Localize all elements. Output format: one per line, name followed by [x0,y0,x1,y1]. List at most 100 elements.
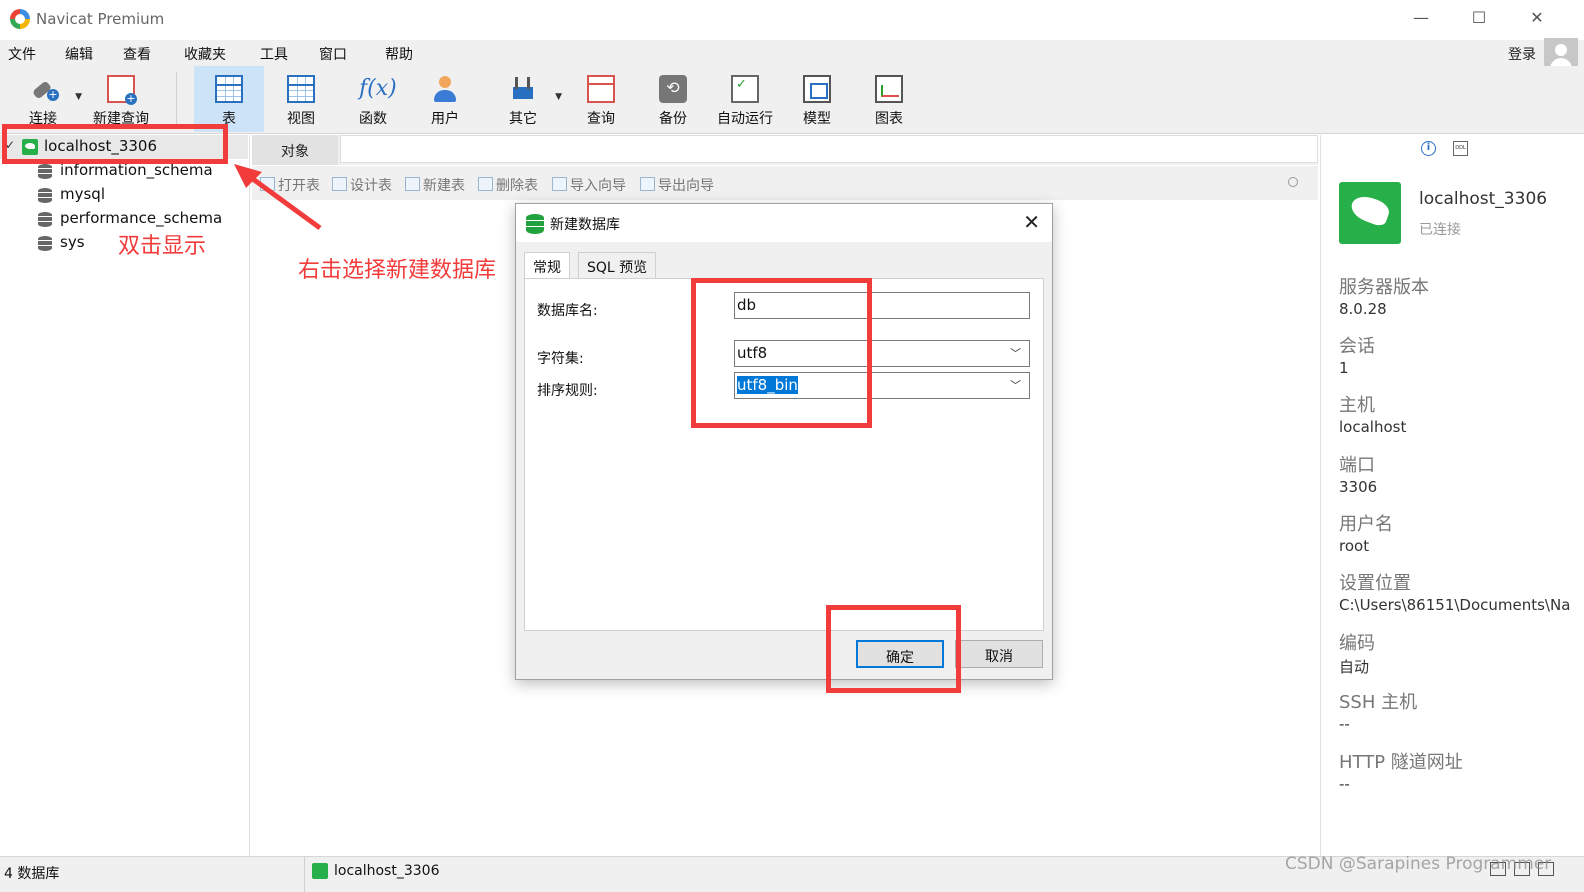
property-label: 用户名 [1339,514,1393,535]
tab-strip-empty [340,135,1318,163]
search-icon[interactable] [1288,177,1298,187]
collation-label: 排序规则: [537,383,598,399]
annotation-box-ok [826,605,961,693]
backup-icon [659,75,687,103]
annotation-right-click: 右击选择新建数据库 [298,258,497,283]
toolbar-label: 查询 [587,111,615,127]
dropdown-caret-icon[interactable]: ▼ [555,92,562,102]
mysql-connection-icon [1339,182,1401,244]
menu-window[interactable]: 窗口 [319,44,347,64]
toolbar-query-button[interactable]: 查询 [566,66,636,132]
chevron-down-icon[interactable]: ﹀ [1010,345,1021,361]
new-table-button[interactable]: 新建表 [405,175,465,195]
toolbar-model-button[interactable]: 模型 [782,66,852,132]
annotation-box-fields [691,278,872,428]
navicat-logo-icon [10,9,30,29]
menu-favorites[interactable]: 收藏夹 [184,44,226,64]
property-value: 1 [1339,359,1349,377]
toolbar-function-button[interactable]: f(x) 函数 [338,66,408,132]
property-label: SSH 主机 [1339,692,1418,713]
property-value: 自动 [1339,658,1370,676]
minimize-button[interactable]: — [1406,8,1436,27]
info-panel: i DDL localhost_3306 已连接 服务器版本 8.0.28 会话… [1320,135,1584,856]
property-label: 会话 [1339,336,1375,357]
title-bar: Navicat Premium — ☐ ✕ [0,0,1584,38]
database-icon [526,214,544,234]
property-label: 端口 [1339,455,1375,476]
dialog-title: 新建数据库 [550,217,620,233]
toolbar-label: 函数 [359,111,387,127]
main-toolbar: 连接 ▼ 新建查询 表 视图 f(x) 函数 用户 其它 ▼ [0,66,1584,134]
toolbar-label: 图表 [875,111,903,127]
toolbar-new-query-button[interactable]: 新建查询 [86,66,156,132]
toolbar-label: 模型 [803,111,831,127]
menu-edit[interactable]: 编辑 [65,44,93,64]
property-label: 主机 [1339,395,1375,416]
annotation-arrow-icon [234,164,322,231]
delete-table-button[interactable]: 删除表 [478,175,538,195]
menu-help[interactable]: 帮助 [385,44,413,64]
tree-item-label: performance_schema [60,209,223,227]
import-wizard-button[interactable]: 导入向导 [552,175,626,195]
menu-bar: 文件 编辑 查看 收藏夹 工具 窗口 帮助 [0,40,1584,66]
toolbar-other-button[interactable]: 其它 ▼ [488,66,562,132]
info-icon[interactable]: i [1421,141,1436,156]
toolbar-label: 用户 [431,111,459,127]
tab-sql-preview[interactable]: SQL 预览 [578,252,657,278]
menu-view[interactable]: 查看 [123,44,151,64]
property-label: HTTP 隧道网址 [1339,752,1463,773]
login-link[interactable]: 登录 [1508,44,1536,64]
ddl-icon[interactable]: DDL [1453,141,1468,156]
window-title: Navicat Premium [36,10,165,28]
property-value: localhost [1339,418,1407,436]
property-value: C:\Users\86151\Documents\Na [1339,596,1571,614]
new-database-dialog: 新建数据库 ✕ 常规 SQL 预览 数据库名: db 字符集: utf8 ﹀ 排… [515,203,1053,680]
toolbar-divider [176,72,177,128]
property-value: 8.0.28 [1339,300,1387,318]
database-icon [38,188,52,203]
dialog-close-icon[interactable]: ✕ [1023,210,1040,234]
maximize-button[interactable]: ☐ [1464,8,1494,27]
toolbar-user-button[interactable]: 用户 [410,66,480,132]
database-icon [38,236,52,251]
property-label: 服务器版本 [1339,277,1429,298]
dropdown-caret-icon[interactable]: ▼ [75,92,82,102]
toolbar-view-button[interactable]: 视图 [266,66,336,132]
database-name-label: 数据库名: [537,303,598,319]
function-icon: f(x) [359,76,397,101]
database-icon [38,164,52,179]
menu-file[interactable]: 文件 [8,44,36,64]
chevron-down-icon[interactable]: ﹀ [1010,377,1021,393]
toolbar-chart-button[interactable]: 图表 [854,66,924,132]
watermark: CSDN @Sarapines Programmer [1285,854,1552,874]
toolbar-label: 视图 [287,111,315,127]
query-icon [587,75,615,103]
menu-tools[interactable]: 工具 [260,44,288,64]
table-icon [215,75,243,103]
user-icon [431,75,459,103]
toolbar-connect-button[interactable]: 连接 ▼ [8,66,82,132]
property-value: -- [1339,775,1350,793]
plug-icon [29,75,59,103]
connection-name: localhost_3306 [1419,189,1548,209]
toolbar-backup-button[interactable]: 备份 [638,66,708,132]
model-icon [803,75,831,103]
toolbar-automation-button[interactable]: 自动运行 [710,66,780,132]
navicat-window: Navicat Premium — ☐ ✕ 文件 编辑 查看 收藏夹 工具 窗口… [0,0,1584,892]
export-wizard-button[interactable]: 导出向导 [640,175,714,195]
toolbar-table-button[interactable]: 表 [194,66,264,132]
design-table-button[interactable]: 设计表 [332,175,392,195]
tree-item-database[interactable]: mysql [0,183,248,207]
database-count: 4 数据库 [4,866,60,882]
object-toolbar: 打开表 设计表 新建表 删除表 导入向导 导出向导 [252,166,1318,200]
property-label: 编码 [1339,633,1375,654]
tree-item-label: mysql [60,185,105,203]
automation-icon [731,75,759,103]
dialog-title-bar: 新建数据库 ✕ [516,204,1052,242]
mysql-connection-icon [312,863,328,879]
toolbar-label: 自动运行 [717,111,773,127]
close-window-button[interactable]: ✕ [1522,8,1552,27]
tab-general[interactable]: 常规 [524,252,570,280]
cancel-button[interactable]: 取消 [955,640,1043,668]
tree-item-database[interactable]: sys [0,231,110,255]
